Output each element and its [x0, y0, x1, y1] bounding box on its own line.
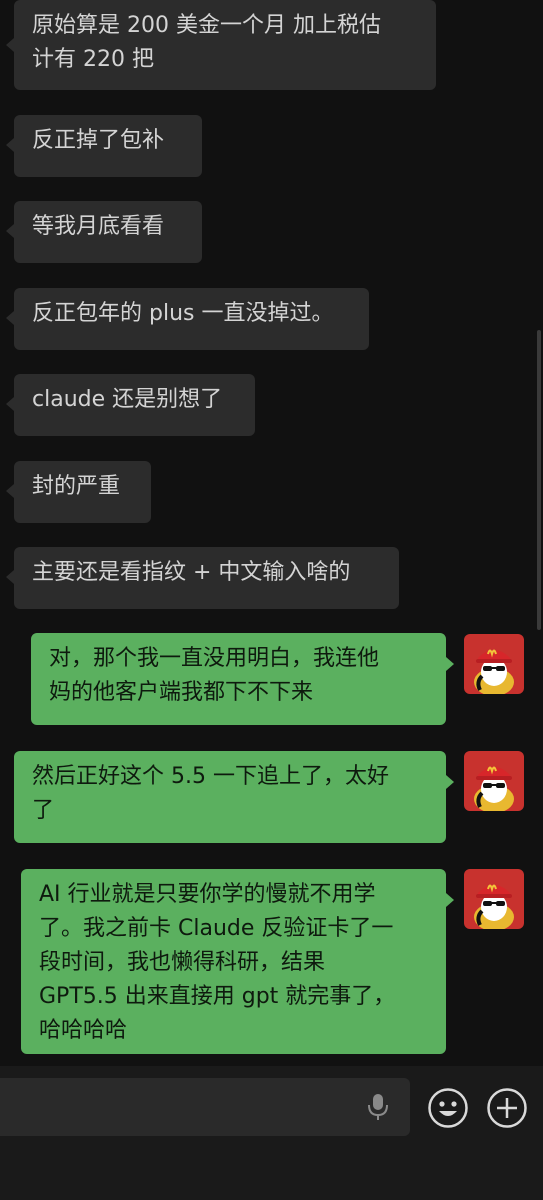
- message-line: 计有 220 把: [32, 47, 154, 72]
- message-line: 哈哈哈哈: [39, 1018, 128, 1043]
- message-line: AI 行业就是只要你学的慢就不用学: [39, 882, 376, 907]
- message-line: 了。我之前卡 Claude 反验证卡了一: [39, 916, 394, 941]
- bubble-tail: [6, 570, 14, 584]
- bubble-tail: [6, 138, 14, 152]
- avatar[interactable]: [464, 751, 524, 811]
- scrollbar-thumb[interactable]: [537, 330, 541, 630]
- message-line: 对，那个我一直没用明白，我连他: [49, 646, 380, 671]
- message-line: 反正掉了包补: [32, 128, 165, 153]
- message-bubble[interactable]: claude 还是别想了: [14, 374, 255, 436]
- bubble-tail: [446, 775, 454, 789]
- avatar[interactable]: [464, 634, 524, 694]
- message-line: 了: [32, 798, 55, 823]
- message-bubble[interactable]: 封的严重: [14, 461, 151, 523]
- avatar[interactable]: [464, 869, 524, 929]
- message-input[interactable]: [0, 1078, 410, 1136]
- bubble-tail: [446, 657, 454, 671]
- bubble-tail: [446, 893, 454, 907]
- microphone-icon[interactable]: [366, 1092, 390, 1126]
- message-bubble[interactable]: 反正掉了包补: [14, 115, 202, 177]
- bubble-tail: [6, 397, 14, 411]
- plus-icon[interactable]: [486, 1087, 528, 1133]
- avatar-image: [464, 751, 524, 811]
- emoji-icon[interactable]: [427, 1087, 469, 1133]
- bubble-tail: [6, 224, 14, 238]
- message-line: 然后正好这个 5.5 一下追上了，太好: [32, 764, 389, 789]
- message-line: 妈的他客户端我都下不下来: [49, 680, 314, 705]
- message-bubble[interactable]: AI 行业就是只要你学的慢就不用学 了。我之前卡 Claude 反验证卡了一 段…: [21, 869, 446, 1054]
- message-bubble[interactable]: 然后正好这个 5.5 一下追上了，太好 了: [14, 751, 446, 843]
- input-bar: [0, 1066, 543, 1200]
- message-line: 段时间，我也懒得科研，结果: [39, 950, 326, 975]
- message-line: GPT5.5 出来直接用 gpt 就完事了，: [39, 984, 396, 1009]
- message-line: 封的严重: [32, 474, 121, 499]
- message-line: 反正包年的 plus 一直没掉过。: [32, 301, 334, 326]
- message-bubble[interactable]: 反正包年的 plus 一直没掉过。: [14, 288, 369, 350]
- message-line: 主要还是看指纹 + 中文输入啥的: [32, 560, 351, 585]
- avatar-image: [464, 634, 524, 694]
- bubble-tail: [6, 311, 14, 325]
- message-line: 原始算是 200 美金一个月 加上税估: [32, 13, 381, 38]
- message-bubble[interactable]: 等我月底看看: [14, 201, 202, 263]
- message-bubble[interactable]: 主要还是看指纹 + 中文输入啥的: [14, 547, 399, 609]
- bubble-tail: [6, 484, 14, 498]
- bubble-tail: [6, 38, 14, 52]
- avatar-image: [464, 869, 524, 929]
- message-line: 等我月底看看: [32, 214, 165, 239]
- message-bubble[interactable]: 对，那个我一直没用明白，我连他 妈的他客户端我都下不下来: [31, 633, 446, 725]
- message-bubble[interactable]: 原始算是 200 美金一个月 加上税估 计有 220 把: [14, 0, 436, 90]
- message-line: claude 还是别想了: [32, 387, 223, 412]
